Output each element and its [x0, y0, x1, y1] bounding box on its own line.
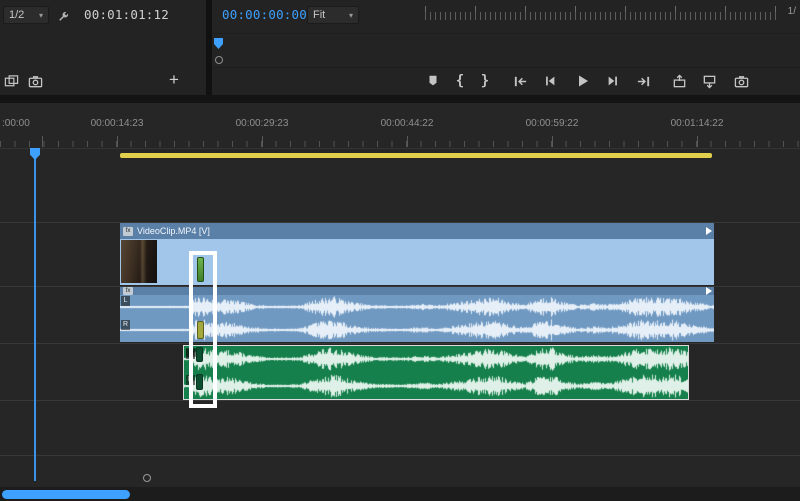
- waveform-canvas: [184, 346, 688, 399]
- extract-icon: [702, 74, 717, 89]
- go-to-out-icon: [636, 74, 651, 89]
- navigator-scroll-handle[interactable]: [215, 56, 223, 64]
- settings-wrench-button[interactable]: [54, 7, 72, 25]
- camera-icon: [28, 74, 43, 89]
- mark-out-button[interactable]: }: [476, 72, 494, 90]
- clip-corner-arrow-icon: [706, 287, 712, 295]
- track-divider: [0, 455, 800, 456]
- source-zoom-value: 1/2: [9, 9, 24, 21]
- step-back-icon: [543, 74, 557, 88]
- clip-corner-arrow-icon: [706, 227, 712, 235]
- export-frame-button[interactable]: [732, 72, 750, 90]
- row-divider: [212, 67, 800, 68]
- ruler-minor-ticks: [0, 141, 800, 147]
- go-to-in-button[interactable]: [511, 72, 529, 90]
- extract-button[interactable]: [700, 72, 718, 90]
- horizontal-scrollbar[interactable]: [2, 490, 130, 499]
- audio-clip-green[interactable]: fx L R: [183, 345, 689, 400]
- source-zoom-select[interactable]: 1/2 ▾: [3, 6, 49, 24]
- lift-button[interactable]: [670, 72, 688, 90]
- button-editor-add-button[interactable]: +: [164, 70, 184, 90]
- premiere-timeline-app: 1/2 ▾ 00:01:01:12 + 00:00:00:00: [0, 0, 800, 501]
- video-clip-title: VideoClip.MP4 [V]: [137, 226, 210, 236]
- ruler-label: 00:00:29:23: [236, 118, 289, 129]
- fit-zoom-select[interactable]: Fit ▾: [307, 6, 359, 24]
- fx-badge: fx: [123, 227, 133, 236]
- mark-in-button[interactable]: {: [451, 72, 469, 90]
- video-clip-header: fx VideoClip.MP4 [V]: [120, 223, 714, 239]
- bottom-scrollbar-track: [0, 487, 800, 501]
- program-panel: 00:00:00:00 Fit ▾ 1/ { }: [212, 0, 800, 95]
- fx-badge: fx: [123, 287, 133, 295]
- playhead-line[interactable]: [34, 148, 36, 481]
- track-divider: [0, 343, 800, 344]
- stacked-frames-icon: [4, 74, 19, 89]
- wrench-icon: [57, 10, 70, 23]
- ruler-label: 00:00:14:23: [91, 118, 144, 129]
- chevron-down-icon: ▾: [349, 11, 353, 20]
- source-panel: 1/2 ▾ 00:01:01:12 +: [0, 0, 206, 95]
- timeline-panel: :00:00 00:00:14:23 00:00:29:23 00:00:44:22 0…: [0, 103, 800, 501]
- play-button[interactable]: [573, 71, 593, 91]
- track-divider: [0, 400, 800, 401]
- ruler-label: 00:00:44:22: [381, 118, 434, 129]
- ruler-minor-ticks: [425, 12, 780, 20]
- panel-divider-horizontal: [0, 95, 800, 103]
- program-mini-ruler[interactable]: 1/: [425, 5, 796, 20]
- source-timecode: 00:01:01:12: [84, 7, 169, 22]
- chevron-down-icon: ▾: [39, 11, 43, 20]
- marker-flag-icon: [426, 74, 440, 88]
- channel-right-badge: R: [121, 320, 130, 330]
- step-forward-icon: [606, 74, 620, 88]
- play-icon: [575, 73, 591, 89]
- go-to-in-icon: [513, 74, 528, 89]
- fit-zoom-value: Fit: [313, 9, 325, 21]
- zoom-fraction-indicator: 1/: [785, 6, 796, 17]
- ruler-label: 00:00:59:22: [526, 118, 579, 129]
- time-ruler[interactable]: :00:00 00:00:14:23 00:00:29:23 00:00:44:22 0…: [0, 118, 800, 131]
- row-divider: [212, 33, 800, 34]
- step-forward-button[interactable]: [604, 72, 622, 90]
- stacked-frames-button[interactable]: [2, 72, 20, 90]
- go-to-out-button[interactable]: [634, 72, 652, 90]
- program-timecode[interactable]: 00:00:00:00: [222, 7, 307, 22]
- channel-left-badge: L: [121, 296, 130, 306]
- ruler-label: :00:00: [2, 118, 30, 129]
- playhead-handle[interactable]: [30, 148, 40, 160]
- annotation-highlight-rectangle: [189, 251, 217, 408]
- add-marker-button[interactable]: [424, 72, 442, 90]
- lift-icon: [672, 74, 687, 89]
- camera-icon: [734, 74, 749, 89]
- ruler-label: 00:01:14:22: [671, 118, 724, 129]
- work-area-bar[interactable]: [120, 153, 712, 158]
- ruler-separator: [0, 148, 800, 149]
- scrollbar-handle-dot[interactable]: [143, 474, 151, 482]
- step-back-button[interactable]: [541, 72, 559, 90]
- navigator-playhead[interactable]: [214, 38, 223, 49]
- video-thumbnail: [121, 240, 157, 283]
- export-frame-button[interactable]: [26, 72, 44, 90]
- time-ruler-ticks: [0, 136, 800, 147]
